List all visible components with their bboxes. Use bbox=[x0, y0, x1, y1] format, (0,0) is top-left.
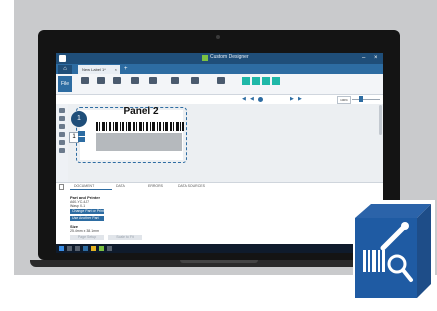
designer-app-icon[interactable] bbox=[99, 246, 104, 251]
align-right-button[interactable] bbox=[262, 77, 270, 85]
zoom-slider-handle[interactable] bbox=[359, 96, 363, 102]
window-title: Custom Designer bbox=[210, 54, 249, 60]
store-icon[interactable] bbox=[107, 246, 112, 251]
home-tab[interactable]: ⌂ bbox=[58, 65, 72, 74]
document-tab-label: New Label 1* bbox=[82, 67, 106, 72]
laptop-hinge bbox=[180, 260, 258, 263]
save-button[interactable] bbox=[78, 76, 92, 92]
variable-data-button[interactable] bbox=[188, 76, 202, 92]
label-image-placeholder[interactable] bbox=[96, 133, 182, 151]
spinner-down-icon[interactable] bbox=[78, 137, 85, 142]
edge-icon[interactable] bbox=[83, 246, 88, 251]
quick-access-icon bbox=[113, 77, 121, 84]
task-view-icon[interactable] bbox=[75, 246, 80, 251]
shape-tool-icon[interactable] bbox=[59, 132, 65, 137]
panel-number-badge[interactable]: 1 bbox=[71, 111, 87, 127]
app-logo-icon bbox=[59, 55, 66, 62]
previous-icon[interactable]: ◀ bbox=[242, 96, 246, 103]
rewind-icon[interactable]: ◀ bbox=[250, 96, 254, 103]
tab-data[interactable]: DATA bbox=[116, 184, 125, 188]
align-center-button[interactable] bbox=[252, 77, 260, 85]
panel-spinner[interactable] bbox=[78, 131, 85, 142]
print-icon bbox=[97, 77, 105, 84]
undo-icon bbox=[149, 77, 157, 84]
document-tab-strip: ⌂ New Label 1* × + bbox=[56, 64, 383, 74]
scale-to-fit-button[interactable]: Scale to Fit bbox=[108, 235, 142, 240]
variable-data-icon bbox=[191, 77, 199, 84]
active-tab-indicator bbox=[70, 189, 112, 190]
webcam-icon bbox=[216, 35, 220, 39]
print-button[interactable] bbox=[94, 76, 108, 92]
close-button[interactable]: × bbox=[374, 54, 378, 62]
search-icon[interactable] bbox=[67, 246, 72, 251]
barcode bbox=[96, 122, 184, 131]
fast-forward-icon[interactable]: ▶ bbox=[298, 96, 302, 103]
folder-icon[interactable] bbox=[91, 246, 96, 251]
change-part-button[interactable]: Change Part or Printer bbox=[70, 209, 107, 214]
align-left-button[interactable] bbox=[242, 77, 250, 85]
record-icon[interactable] bbox=[258, 97, 263, 102]
barcode-scanner-box-icon bbox=[353, 200, 435, 302]
size-value: 25.4mm x 38.1mm bbox=[70, 229, 99, 233]
left-toolbar bbox=[56, 104, 68, 182]
save-icon bbox=[81, 77, 89, 84]
brand-logo-icon bbox=[202, 55, 208, 61]
panel-title: Panel 2 bbox=[123, 106, 159, 117]
clipboard-icon bbox=[131, 77, 139, 84]
undo-redo-button[interactable] bbox=[146, 76, 160, 92]
zoom-input[interactable]: 100% bbox=[337, 96, 351, 104]
play-icon[interactable]: ▶ bbox=[290, 96, 294, 103]
canvas-scrollbar[interactable] bbox=[379, 105, 382, 135]
tab-data-sources[interactable]: DATA SOURCES bbox=[178, 184, 205, 188]
tab-document[interactable]: DOCUMENT bbox=[74, 184, 94, 188]
windows-taskbar bbox=[56, 244, 383, 253]
clipboard-button[interactable] bbox=[128, 76, 142, 92]
arrange-button[interactable] bbox=[214, 76, 228, 92]
rfid-tool-icon[interactable] bbox=[59, 148, 65, 153]
zoom-slider[interactable] bbox=[352, 99, 380, 100]
binoculars-icon bbox=[171, 77, 179, 84]
file-menu-button[interactable]: File bbox=[58, 76, 72, 92]
distribute-button[interactable] bbox=[272, 77, 280, 85]
properties-panel: DOCUMENT DATA ERRORS DATA SOURCES Part a… bbox=[56, 182, 383, 245]
new-tab-button[interactable]: + bbox=[124, 65, 128, 74]
printer-model: Wasp X-1 bbox=[70, 204, 86, 208]
app-window: Custom Designer – × ⌂ New Label 1* × + F… bbox=[56, 53, 383, 253]
zoom-bar: ◀ ◀ ▶ ▶ 100% bbox=[56, 95, 383, 104]
minimize-button[interactable]: – bbox=[362, 54, 365, 62]
pin-icon[interactable] bbox=[59, 184, 64, 190]
use-another-part-button[interactable]: Use Another Part bbox=[70, 216, 104, 221]
home-icon: ⌂ bbox=[63, 66, 67, 72]
title-bar: Custom Designer – × bbox=[56, 53, 383, 64]
close-tab-icon[interactable]: × bbox=[115, 65, 117, 74]
line-tool-icon[interactable] bbox=[59, 140, 65, 145]
image-tool-icon[interactable] bbox=[59, 124, 65, 129]
spinner-up-icon[interactable] bbox=[78, 131, 85, 136]
page-setup-button[interactable]: Page Setup bbox=[70, 235, 104, 240]
arrange-icon bbox=[217, 77, 225, 84]
ribbon-toolbar: File bbox=[56, 74, 383, 95]
tab-errors[interactable]: ERRORS bbox=[148, 184, 163, 188]
find-replace-button[interactable] bbox=[168, 76, 182, 92]
document-tab[interactable]: New Label 1* × bbox=[78, 65, 120, 74]
text-tool-icon[interactable] bbox=[59, 108, 65, 113]
quick-access-button[interactable] bbox=[110, 76, 124, 92]
barcode-tool-icon[interactable] bbox=[59, 116, 65, 121]
start-icon[interactable] bbox=[59, 246, 64, 251]
